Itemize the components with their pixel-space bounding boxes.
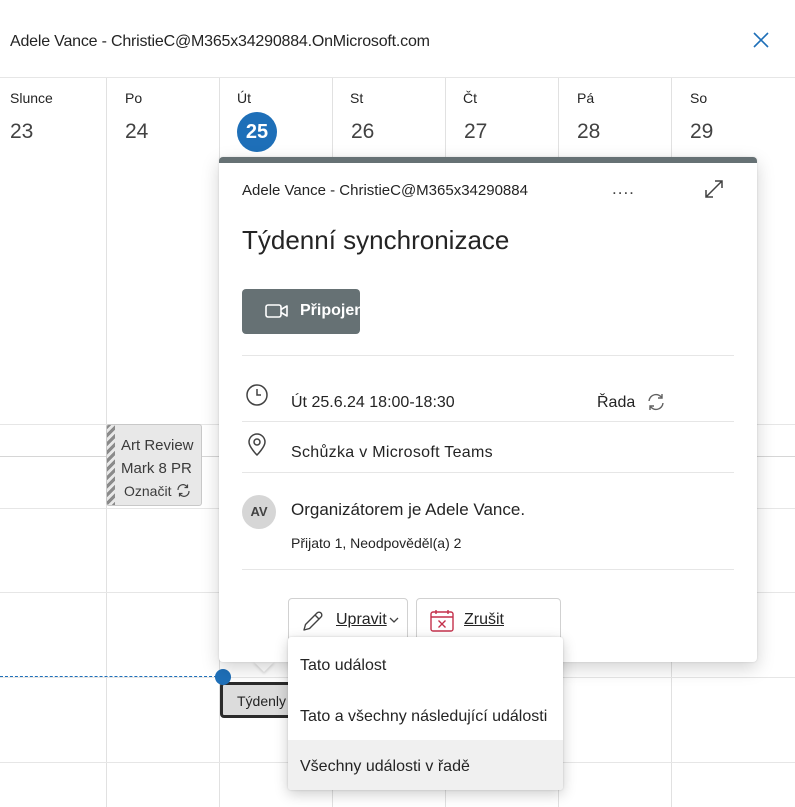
event-title: Art Review: [121, 437, 194, 454]
divider: [242, 472, 734, 473]
day-name: Po: [125, 90, 143, 106]
day-number: 29: [690, 120, 714, 143]
event-location: Schůzka v Microsoft Teams: [291, 444, 493, 461]
divider: [242, 569, 734, 570]
recurring-icon: [648, 393, 664, 411]
day-name: So: [690, 90, 708, 106]
current-time-dot: [215, 669, 231, 685]
menu-item-this-event[interactable]: Tato událost: [288, 639, 563, 690]
event-subtitle: Mark 8 PR: [121, 460, 192, 477]
pencil-icon: [303, 611, 323, 631]
window-title: Adele Vance - ChristieC@M365x34290884.On…: [10, 33, 430, 50]
event-status-label: Označit: [124, 483, 172, 499]
menu-item-label: Tato a všechny následující události: [300, 708, 548, 725]
event-details-popup: Adele Vance - ChristieC@M365x34290884 ..…: [219, 157, 757, 662]
event-weekly-sync[interactable]: Týdenly: [220, 682, 292, 718]
menu-item-this-and-following[interactable]: Tato a všechny následující události: [288, 690, 563, 741]
cancel-label: Zrušit: [464, 611, 504, 628]
series-label: Řada: [597, 394, 636, 411]
day-name: Čt: [463, 90, 477, 106]
event-title-heading: Týdenní synchronizace: [242, 225, 510, 255]
video-camera-icon: [265, 304, 288, 318]
close-icon[interactable]: [750, 29, 772, 51]
divider: [242, 355, 734, 356]
day-number: 27: [464, 120, 488, 143]
day-number: 23: [10, 120, 34, 143]
popup-pointer: [253, 661, 275, 672]
day-name: Slunce: [10, 90, 53, 106]
day-number: 24: [125, 120, 149, 143]
expand-icon[interactable]: [703, 178, 725, 200]
join-meeting-button[interactable]: Připojen: [242, 289, 360, 334]
day-column-sunday[interactable]: Slunce 23: [0, 78, 113, 807]
join-label: Připojen: [300, 302, 360, 319]
chevron-down-icon: [389, 617, 399, 623]
avatar: AV: [242, 495, 276, 529]
event-date-time: Út 25.6.24 18:00-18:30: [291, 394, 455, 411]
day-number: 28: [577, 120, 601, 143]
event-status: Označit: [124, 483, 192, 499]
attendee-responses[interactable]: Přijato 1, Neodpověděl(a) 2: [291, 535, 461, 551]
tentative-stripe: [107, 425, 115, 505]
recurring-icon: [177, 484, 190, 497]
edit-button[interactable]: Upravit: [288, 598, 408, 642]
menu-item-label: Tato událost: [300, 657, 387, 674]
edit-label: Upravit: [336, 611, 387, 628]
day-name: Út: [237, 90, 251, 106]
location-pin-icon: [248, 433, 266, 457]
cancel-event-button[interactable]: Zrušit: [416, 598, 561, 642]
calendar-account: Adele Vance - ChristieC@M365x34290884: [242, 182, 528, 199]
day-name: Pá: [577, 90, 595, 106]
today-badge: 25: [237, 112, 277, 152]
organizer-text: Organizátorem je Adele Vance.: [291, 500, 526, 519]
title-bar: Adele Vance - ChristieC@M365x34290884.On…: [0, 0, 795, 78]
day-number: 26: [351, 120, 375, 143]
edit-options-menu: Tato událost Tato a všechny následující …: [288, 637, 563, 790]
menu-item-all-events[interactable]: Všechny události v řadě: [288, 740, 563, 790]
menu-item-label: Všechny události v řadě: [300, 758, 470, 775]
event-art-review[interactable]: Art Review Mark 8 PR Označit: [106, 424, 202, 506]
clock-icon: [246, 384, 268, 406]
divider: [242, 421, 734, 422]
calendar-cancel-icon: [430, 610, 454, 632]
day-name: St: [350, 90, 364, 106]
event-title: Týdenly: [237, 693, 287, 709]
current-time-line: [0, 676, 222, 677]
more-options-button[interactable]: ....: [612, 179, 635, 199]
